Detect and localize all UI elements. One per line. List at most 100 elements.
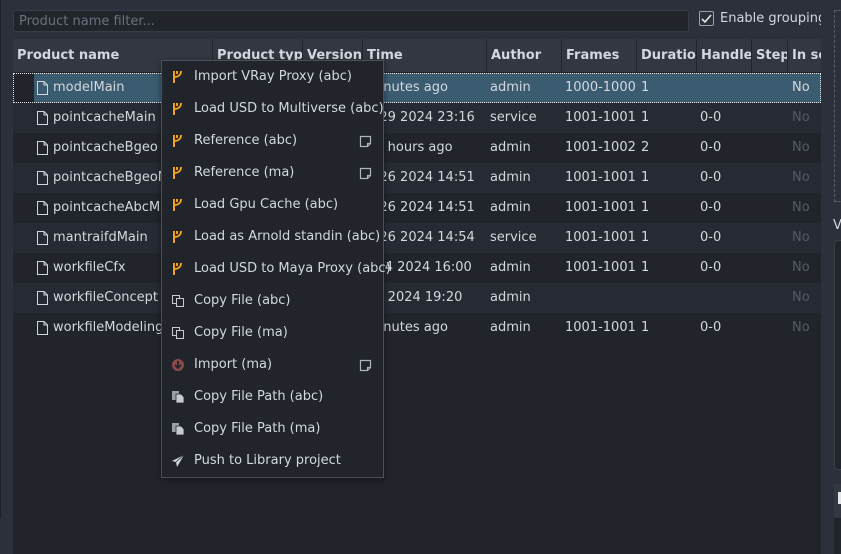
left-panel-edge <box>0 0 1 518</box>
menu-item-reference-abc[interactable]: Reference (abc) <box>162 125 383 157</box>
cell-name: modelMain <box>53 80 125 95</box>
cell-duration: 1 <box>641 80 650 95</box>
file-icon <box>37 81 48 95</box>
menu-item-import-ma[interactable]: Import (ma) <box>162 349 383 381</box>
cell-frames: 1001-1001 <box>565 260 636 275</box>
menu-item-label: Load USD to Maya Proxy (abc) <box>194 261 391 276</box>
cell-in-scene: No <box>792 80 810 95</box>
menu-item-push-to-library-project[interactable]: Push to Library project <box>162 445 383 477</box>
cell-handles: 0-0 <box>700 140 722 155</box>
cell-author: service <box>490 230 537 245</box>
table-row[interactable]: pointcacheMain b 29 2024 23:16 service 1001… <box>13 103 821 133</box>
loader-icon <box>170 197 186 213</box>
context-menu: Import VRay Proxy (abc) Load USD to Multi… <box>161 60 391 478</box>
cell-handles: 0-0 <box>700 110 722 125</box>
menu-item-label: Reference (ma) <box>194 165 295 180</box>
file-icon <box>37 201 48 215</box>
options-icon[interactable] <box>359 359 372 372</box>
products-table[interactable]: Product name Product type Version Time A… <box>13 39 821 554</box>
column-label: Duration <box>641 48 696 63</box>
file-icon <box>37 261 48 275</box>
options-icon[interactable] <box>359 135 372 148</box>
column-label: Frames <box>566 48 620 63</box>
table-row[interactable]: workfileModeling minutes ago admin 1001-100… <box>13 313 821 343</box>
column-header-duration[interactable]: Duration <box>637 39 697 72</box>
cell-frames: 1001-1002 <box>565 140 636 155</box>
cell-handles: 0-0 <box>700 230 722 245</box>
menu-item-label: Load Gpu Cache (abc) <box>194 197 339 212</box>
column-label: Step <box>756 48 788 63</box>
column-label: Product name <box>17 48 120 63</box>
cell-name: mantraifdMain <box>53 230 148 245</box>
column-header-in-scene[interactable]: In scene <box>788 39 821 72</box>
cell-frames: 1000-1000 <box>565 80 636 95</box>
menu-item-label: Copy File Path (ma) <box>194 421 321 436</box>
loader-icon <box>170 133 186 149</box>
table-row[interactable]: workfileConcept 16 2024 19:20 admin No <box>13 283 821 313</box>
cell-frames: 1001-1001 <box>565 170 636 185</box>
checkmark-icon <box>701 13 712 23</box>
column-header-author[interactable]: Author <box>487 39 562 72</box>
cell-in-scene: No <box>792 140 810 155</box>
file-icon <box>37 321 48 335</box>
thumbnail-drop-area[interactable] <box>834 10 841 202</box>
cell-author: admin <box>490 260 531 275</box>
details-panel: V <box>821 0 841 554</box>
menu-item-label: Reference (abc) <box>194 133 298 148</box>
cell-handles: 0-0 <box>700 320 722 335</box>
column-header-handles[interactable]: Handles <box>697 39 752 72</box>
enable-grouping-checkbox[interactable] <box>699 11 714 26</box>
cell-handles: 0-0 <box>700 260 722 275</box>
loader-icon <box>170 69 186 85</box>
cell-frames: 1001-1001 <box>565 200 636 215</box>
cell-duration: 2 <box>641 140 650 155</box>
cell-in-scene: No <box>792 230 810 245</box>
menu-item-load-gpu-cache-abc[interactable]: Load Gpu Cache (abc) <box>162 189 383 221</box>
cell-handles: 0-0 <box>700 200 722 215</box>
column-header-step[interactable]: Step <box>752 39 788 72</box>
enable-grouping-toggle[interactable]: Enable grouping <box>699 11 826 26</box>
cell-author: admin <box>490 170 531 185</box>
table-row[interactable]: mantraifdMain b 26 2024 14:54 service 1001-… <box>13 223 821 253</box>
menu-item-label: Load as Arnold standin (abc) <box>194 229 381 244</box>
options-icon[interactable] <box>359 167 372 180</box>
copy-icon <box>170 293 186 309</box>
enable-grouping-label: Enable grouping <box>720 11 827 26</box>
menu-item-import-vray-proxy-abc[interactable]: Import VRay Proxy (abc) <box>162 61 383 93</box>
menu-item-load-usd-to-maya-proxy-abc[interactable]: Load USD to Maya Proxy (abc) <box>162 253 391 285</box>
cell-frames: 1001-1001 <box>565 320 636 335</box>
cell-name: workfileCfx <box>53 260 126 275</box>
product-name-filter-input[interactable] <box>13 10 689 32</box>
menu-item-copy-file-path-ma[interactable]: Copy File Path (ma) <box>162 413 383 445</box>
copy-path-icon <box>170 421 186 437</box>
column-header-frames[interactable]: Frames <box>562 39 637 72</box>
table-row[interactable]: pointcacheBgeo 56 hours ago admin 1001-1002… <box>13 133 821 163</box>
table-row[interactable]: workfileCfx r 04 2024 16:00 admin 1001-1001… <box>13 253 821 283</box>
cell-author: admin <box>490 290 531 305</box>
file-icon <box>37 291 48 305</box>
cell-in-scene: No <box>792 200 810 215</box>
cell-name: workfileModeling <box>53 320 164 335</box>
cell-name: workfileConcept <box>53 290 159 305</box>
menu-item-copy-file-ma[interactable]: Copy File (ma) <box>162 317 383 349</box>
menu-item-label: Copy File (ma) <box>194 325 288 340</box>
menu-item-label: Import (ma) <box>194 357 273 372</box>
menu-item-copy-file-abc[interactable]: Copy File (abc) <box>162 285 383 317</box>
cell-author: admin <box>490 140 531 155</box>
table-row[interactable]: pointcacheBgeoMain b 26 2024 14:51 admin 10… <box>13 163 821 193</box>
cell-frames: 1001-1001 <box>565 110 636 125</box>
loader-icon <box>170 261 186 277</box>
cell-frames: 1001-1001 <box>565 230 636 245</box>
cell-duration: 1 <box>641 110 650 125</box>
table-row[interactable]: modelMain minutes ago admin 1000-1000 1 No <box>13 73 821 103</box>
cell-handles: 0-0 <box>700 170 722 185</box>
cell-duration: 1 <box>641 170 650 185</box>
cell-author: admin <box>490 320 531 335</box>
info-box <box>834 240 841 470</box>
menu-item-load-usd-to-multiverse-abc[interactable]: Load USD to Multiverse (abc) <box>162 93 384 125</box>
menu-item-load-as-arnold-standin-abc[interactable]: Load as Arnold standin (abc) <box>162 221 383 253</box>
table-header: Product name Product type Version Time A… <box>13 39 821 72</box>
menu-item-copy-file-path-abc[interactable]: Copy File Path (abc) <box>162 381 383 413</box>
menu-item-reference-ma[interactable]: Reference (ma) <box>162 157 383 189</box>
table-row[interactable]: pointcacheAbcMain b 26 2024 14:51 admin 100… <box>13 193 821 223</box>
